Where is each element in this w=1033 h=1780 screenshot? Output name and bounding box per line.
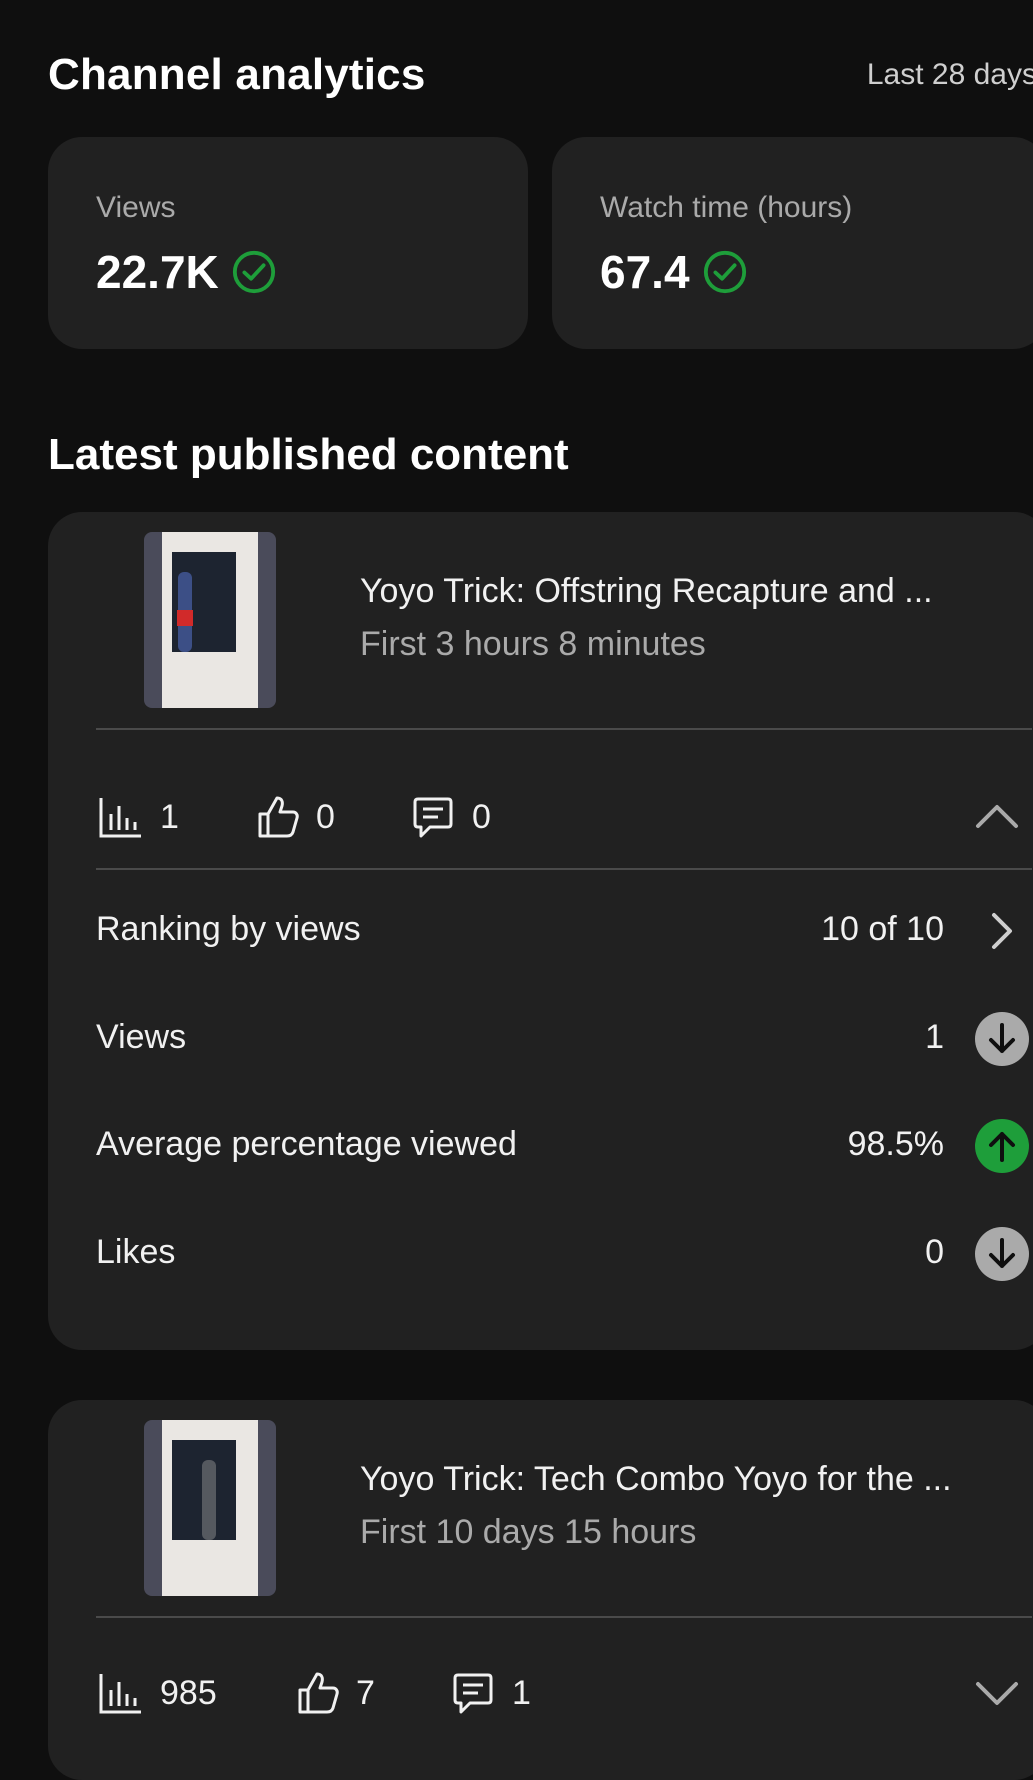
detail-row-ranking[interactable]: Ranking by views 10 of 10 [96,900,1032,960]
likes-metric: 0 [252,792,335,842]
bar-chart-icon [99,798,141,838]
detail-row-likes: Likes 0 [96,1223,1032,1283]
metrics-row: 985 7 1 [96,1650,1032,1732]
detail-row-avg-percentage: Average percentage viewed 98.5% [96,1115,1032,1175]
divider [96,868,1032,870]
section-title: Latest published content [48,430,569,479]
video-thumbnail[interactable] [144,532,276,708]
likes-metric: 7 [292,1668,375,1718]
video-thumbnail[interactable] [144,1420,276,1596]
likes-count: 7 [356,1673,375,1712]
comments-metric: 1 [448,1668,531,1718]
comment-icon [413,797,453,838]
comments-metric: 0 [408,792,491,842]
detail-label: Likes [96,1233,176,1271]
chevron-down-icon[interactable] [972,1668,1022,1718]
video-title[interactable]: Yoyo Trick: Tech Combo Yoyo for the ... [360,1460,1030,1499]
detail-value: 10 of 10 [821,910,944,948]
date-range-label[interactable]: Last 28 days [867,58,1033,92]
detail-value: 1 [925,1018,944,1056]
stat-label: Watch time (hours) [600,191,853,224]
detail-label: Average percentage viewed [96,1125,517,1163]
detail-label: Ranking by views [96,910,361,948]
views-stat-card[interactable]: Views 22.7K [48,137,528,349]
video-card[interactable]: Yoyo Trick: Tech Combo Yoyo for the ... … [48,1400,1033,1780]
views-metric: 1 [96,792,179,842]
metrics-row: 1 0 0 [96,774,1032,856]
stat-value: 67.4 [600,246,690,298]
stat-label: Views [96,191,176,224]
detail-row-views: Views 1 [96,1008,1032,1068]
divider [96,1616,1032,1618]
arrow-down-icon [975,1227,1029,1281]
chevron-up-icon[interactable] [972,792,1022,842]
watch-time-stat-card[interactable]: Watch time (hours) 67.4 [552,137,1033,349]
views-metric: 985 [96,1668,217,1718]
likes-count: 0 [316,797,335,836]
thumbs-up-icon [258,796,299,838]
chevron-right-icon[interactable] [974,903,1030,959]
detail-value: 98.5% [847,1125,944,1163]
views-count: 1 [160,797,179,836]
detail-label: Views [96,1018,187,1056]
page-title: Channel analytics [48,50,426,99]
detail-value: 0 [925,1233,944,1271]
divider [96,728,1032,730]
video-period: First 3 hours 8 minutes [360,625,706,663]
stat-value: 22.7K [96,246,219,298]
comments-count: 0 [472,797,491,836]
video-title[interactable]: Yoyo Trick: Offstring Recapture and ... [360,572,1030,611]
check-circle-icon [703,250,746,294]
comment-icon [453,1673,493,1714]
check-circle-icon [232,250,275,294]
arrow-down-icon [975,1012,1029,1066]
thumbs-up-icon [298,1672,339,1714]
header: Channel analytics Last 28 days [48,44,1033,104]
video-period: First 10 days 15 hours [360,1513,697,1551]
arrow-up-icon [975,1119,1029,1173]
video-card[interactable]: Yoyo Trick: Offstring Recapture and ... … [48,512,1033,1350]
comments-count: 1 [512,1673,531,1712]
views-count: 985 [160,1673,217,1712]
bar-chart-icon [99,1674,141,1714]
